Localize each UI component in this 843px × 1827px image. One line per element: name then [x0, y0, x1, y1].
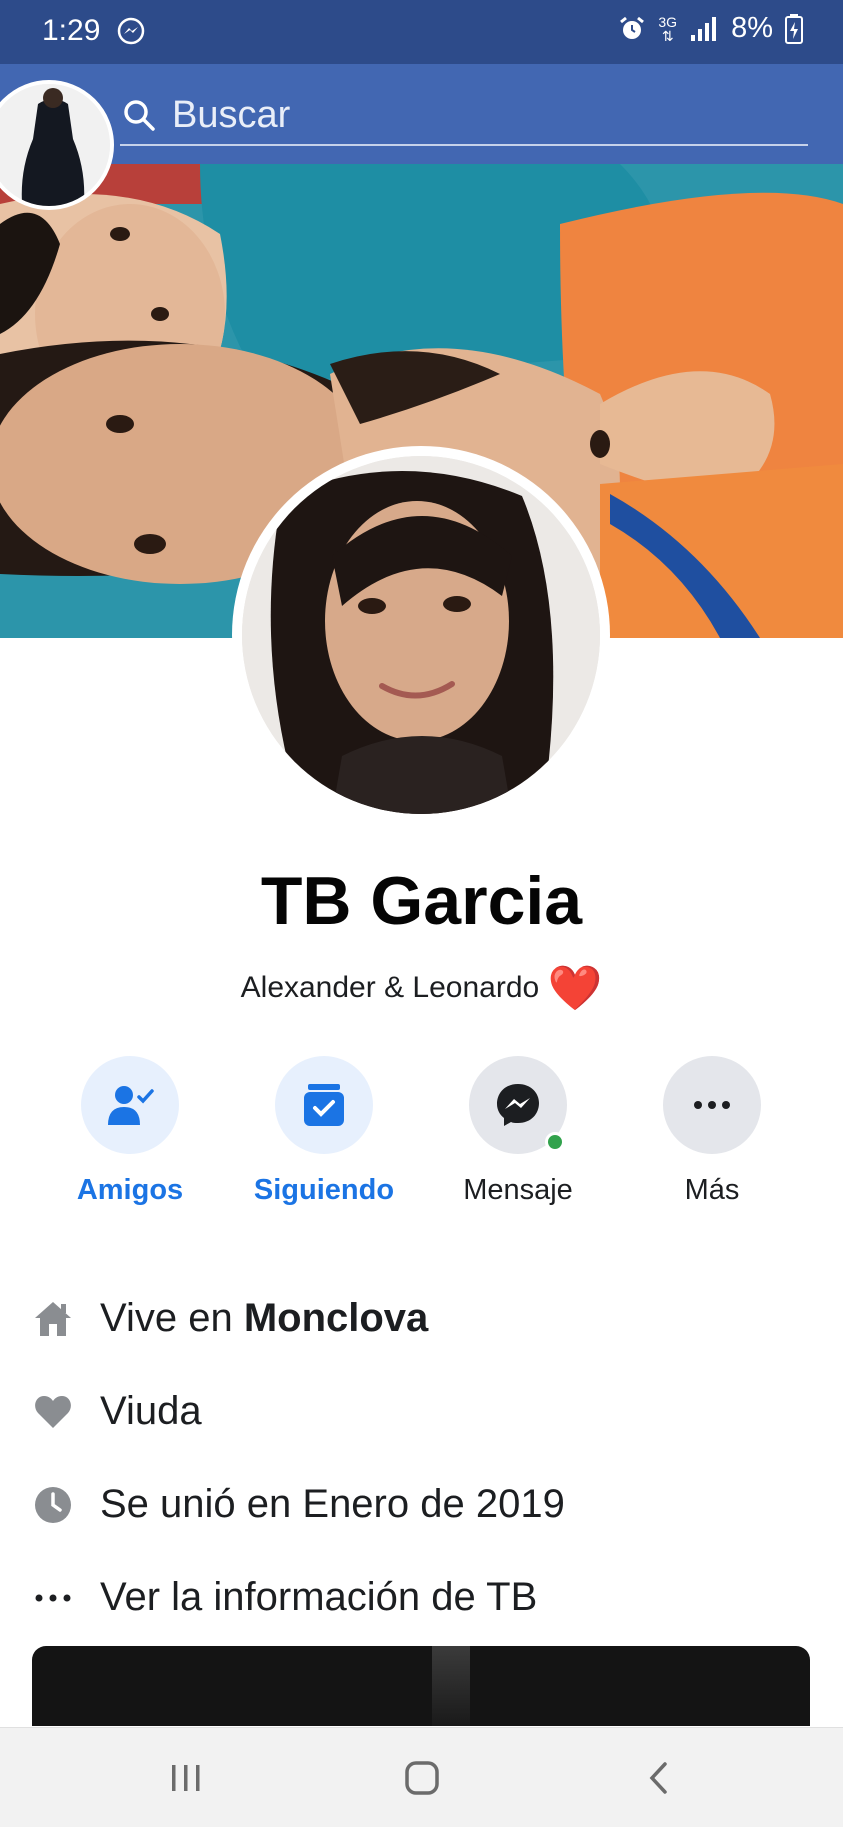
network-type: 3G: [658, 13, 678, 30]
back-icon[interactable]: [628, 1756, 688, 1800]
search-icon: [124, 100, 155, 131]
status-icons: 3G ⇅ 8%: [618, 12, 803, 45]
system-nav-bar: [0, 1727, 843, 1827]
profile-actions: Amigos Siguiendo Mensaje Más: [0, 1056, 843, 1216]
ellipsis-icon: [32, 1577, 74, 1619]
clock-icon: [32, 1484, 74, 1526]
message-label: Mensaje: [463, 1174, 573, 1206]
signal-icon: [689, 15, 719, 43]
lives-city[interactable]: Monclova: [244, 1296, 428, 1340]
friends-icon: [108, 1086, 154, 1125]
profile-bio: Alexander & Leonardo ❤️: [0, 962, 843, 1014]
featured-photo-preview[interactable]: [32, 1646, 810, 1726]
recent-apps-icon[interactable]: [156, 1756, 216, 1800]
message-button[interactable]: Mensaje: [428, 1056, 608, 1207]
bio-text: Alexander & Leonardo: [240, 971, 540, 1004]
status-bar: 1:29 3G ⇅ 8%: [0, 0, 843, 64]
see-more-info[interactable]: Ver la información de TB: [100, 1575, 537, 1620]
following-icon: [304, 1084, 344, 1126]
profile-intro: Vive en Monclova Viuda Se unió en Enero …: [32, 1272, 812, 1644]
messenger-icon: [497, 1084, 539, 1126]
heart-icon: ❤️: [547, 964, 603, 1013]
home-button-icon[interactable]: [392, 1756, 452, 1800]
relationship-status: Viuda: [100, 1389, 202, 1433]
more-label: Más: [684, 1174, 740, 1206]
preview-image-detail: [432, 1646, 470, 1726]
alarm-icon: [618, 15, 646, 43]
joined-date: Se unió en Enero de 2019: [100, 1482, 565, 1526]
home-icon: [32, 1298, 74, 1340]
messenger-icon: [116, 16, 146, 46]
following-label: Siguiendo: [253, 1174, 395, 1206]
status-time: 1:29: [42, 14, 101, 47]
info-lives-in: Vive en Monclova: [32, 1272, 812, 1365]
search-placeholder: Buscar: [172, 94, 291, 136]
friends-label: Amigos: [76, 1174, 184, 1206]
battery-icon: [785, 13, 803, 44]
info-relationship: Viuda: [32, 1365, 812, 1458]
lives-prefix: Vive en: [100, 1296, 233, 1340]
friends-button[interactable]: Amigos: [40, 1056, 220, 1207]
online-indicator: [545, 1132, 565, 1152]
network-icon: 3G ⇅: [658, 13, 678, 44]
heart-outline-icon: [32, 1391, 74, 1433]
info-joined: Se unió en Enero de 2019: [32, 1458, 812, 1551]
following-button[interactable]: Siguiendo: [234, 1056, 414, 1207]
info-see-more[interactable]: Ver la información de TB: [32, 1551, 812, 1644]
search-input[interactable]: Buscar: [120, 84, 808, 146]
profile-name: TB Garcia: [260, 863, 583, 939]
more-button[interactable]: Más: [622, 1056, 802, 1207]
more-icon: [694, 1101, 730, 1109]
battery-percent: 8%: [731, 12, 773, 44]
search-header: Buscar: [0, 64, 843, 210]
profile-photo[interactable]: [232, 446, 610, 824]
